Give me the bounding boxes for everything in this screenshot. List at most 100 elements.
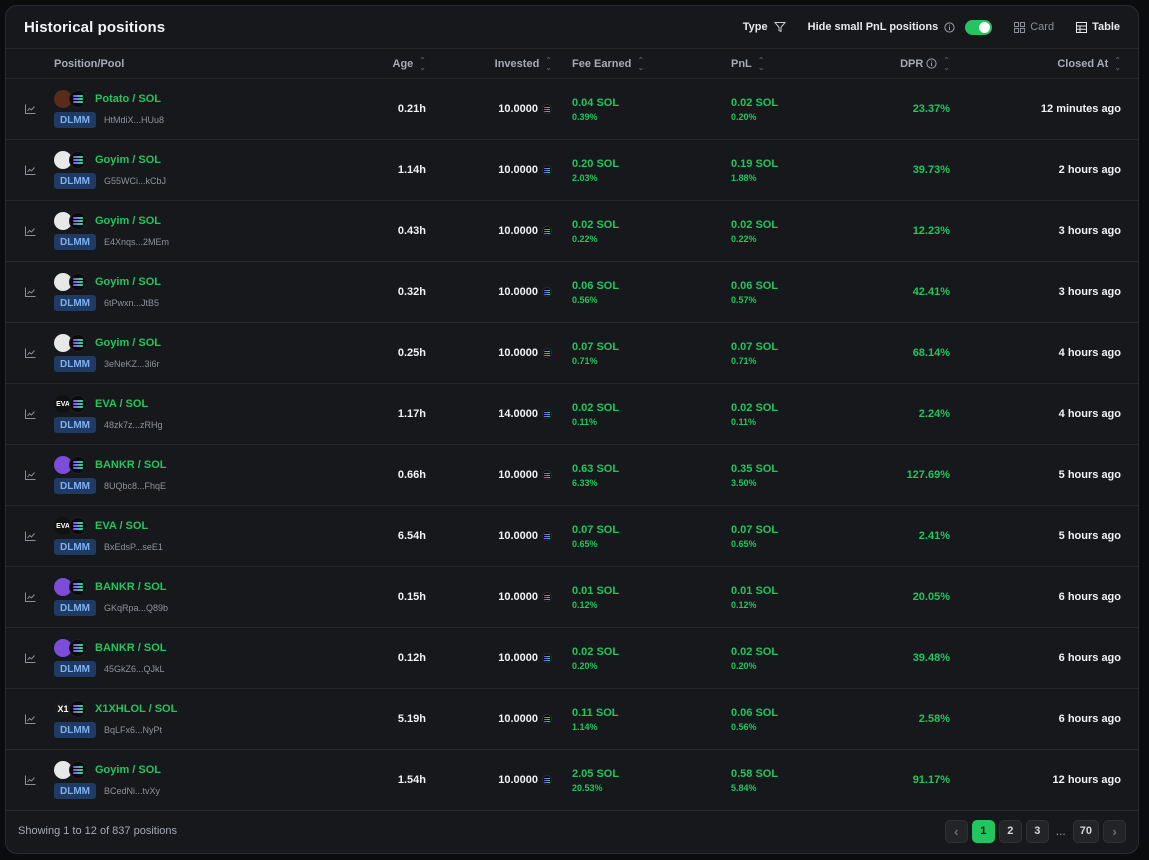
sol-token-icon (69, 90, 87, 108)
info-icon[interactable] (944, 21, 955, 33)
chart-button[interactable] (6, 348, 54, 358)
chart-button[interactable] (6, 653, 54, 663)
chart-button[interactable] (6, 226, 54, 236)
sol-token-icon (69, 761, 87, 779)
toggle-knob (979, 21, 991, 33)
position-address[interactable]: 48zk7z...zRHg (104, 420, 163, 430)
table-row[interactable]: Goyim / SOL DLMM G55WCi...kCbJ 1.14h 10.… (6, 140, 1138, 201)
pool-pair-link[interactable]: Goyim / SOL (95, 764, 161, 776)
page-button-2[interactable]: 2 (998, 819, 1022, 843)
table-row[interactable]: Potato / SOL DLMM HtMdiX...HUu8 0.21h 10… (6, 79, 1138, 140)
pagination-ellipsis: ... (1055, 824, 1066, 838)
table-row[interactable]: EVA EVA / SOL DLMM 48zk7z...zRHg 1.17h 1… (6, 384, 1138, 445)
dpr-cell: 2.58% (850, 713, 950, 725)
closed-cell: 6 hours ago (950, 591, 1129, 603)
pool-pair-link[interactable]: BANKR / SOL (95, 459, 167, 471)
position-address[interactable]: G55WCi...kCbJ (104, 176, 166, 186)
chart-button[interactable] (6, 104, 54, 114)
type-filter-button[interactable]: Type (743, 21, 786, 33)
th-position: Position/Pool (54, 58, 340, 70)
position-address[interactable]: 6tPwxn...JtB5 (104, 298, 159, 308)
table-row[interactable]: BANKR / SOL DLMM GKqRpa...Q89b 0.15h 10.… (6, 567, 1138, 628)
table-view-button[interactable]: Table (1076, 21, 1120, 33)
position-address[interactable]: 45GkZ6...QJkL (104, 664, 165, 674)
pool-bottom: DLMM BqLFx6...NyPt (54, 722, 177, 738)
position-address[interactable]: 8UQbc8...FhqE (104, 481, 166, 491)
page-button-last[interactable]: 70 (1072, 819, 1099, 843)
page-button-1[interactable]: 1 (971, 819, 995, 843)
chart-button[interactable] (6, 165, 54, 175)
th-closed[interactable]: Closed At ⌃ ⌄ (950, 56, 1129, 71)
table-row[interactable]: BANKR / SOL DLMM 45GkZ6...QJkL 0.12h 10.… (6, 628, 1138, 689)
pool-info: Goyim / SOL DLMM 3eNeKZ...3i6r (54, 334, 161, 372)
table-body: Potato / SOL DLMM HtMdiX...HUu8 0.21h 10… (6, 79, 1138, 811)
pool-pair-link[interactable]: Goyim / SOL (95, 154, 161, 166)
closed-at-value: 2 hours ago (1058, 164, 1121, 176)
position-address[interactable]: HtMdiX...HUu8 (104, 115, 164, 125)
sol-token-icon (69, 212, 87, 230)
pool-pair-link[interactable]: EVA / SOL (95, 520, 148, 532)
card-view-button[interactable]: Card (1014, 21, 1054, 33)
chart-button[interactable] (6, 470, 54, 480)
fee-amount: 0.20 SOL (572, 157, 620, 170)
dpr-cell: 2.24% (850, 408, 950, 420)
pool-pair-link[interactable]: Goyim / SOL (95, 215, 161, 227)
chart-button[interactable] (6, 775, 54, 785)
age-cell: 1.54h (340, 774, 426, 786)
chart-button[interactable] (6, 714, 54, 724)
position-address[interactable]: E4Xnqs...2MEm (104, 237, 169, 247)
table-row[interactable]: Goyim / SOL DLMM BCedNi...tvXy 1.54h 10.… (6, 750, 1138, 811)
position-address[interactable]: GKqRpa...Q89b (104, 603, 168, 613)
th-age[interactable]: Age ⌃ ⌄ (340, 56, 426, 71)
fee-values: 0.04 SOL 0.39% (572, 97, 619, 122)
th-invested[interactable]: Invested ⌃ ⌄ (426, 56, 552, 71)
prev-page-button[interactable]: ‹ (944, 819, 968, 843)
position-address[interactable]: BxEdsP...seE1 (104, 542, 163, 552)
chart-icon (24, 165, 35, 175)
chart-button[interactable] (6, 592, 54, 602)
pool-pair-link[interactable]: BANKR / SOL (95, 581, 167, 593)
th-pnl[interactable]: PnL ⌃ ⌄ (731, 56, 850, 71)
position-address[interactable]: BqLFx6...NyPt (104, 725, 162, 735)
position-address[interactable]: BCedNi...tvXy (104, 786, 160, 796)
table-row[interactable]: EVA EVA / SOL DLMM BxEdsP...seE1 6.54h 1… (6, 506, 1138, 567)
token-pair-icons (54, 639, 88, 657)
hide-small-pnl-toggle[interactable] (965, 19, 993, 35)
next-page-button[interactable]: › (1103, 819, 1126, 843)
closed-cell: 5 hours ago (950, 469, 1129, 481)
th-dpr[interactable]: DPR ⌃ ⌄ (850, 56, 950, 71)
pool-info: Goyim / SOL DLMM E4Xnqs...2MEm (54, 212, 169, 250)
position-cell: BANKR / SOL DLMM GKqRpa...Q89b (54, 578, 340, 616)
pool-pair-link[interactable]: BANKR / SOL (95, 642, 167, 654)
table-row[interactable]: X1 X1XHLOL / SOL DLMM BqLFx6...NyPt 5.19… (6, 689, 1138, 750)
table-row[interactable]: Goyim / SOL DLMM 6tPwxn...JtB5 0.32h 10.… (6, 262, 1138, 323)
sol-icon (542, 653, 552, 663)
chart-button[interactable] (6, 409, 54, 419)
chart-button[interactable] (6, 287, 54, 297)
pool-bottom: DLMM 8UQbc8...FhqE (54, 478, 167, 494)
page-title: Historical positions (24, 18, 166, 36)
pool-pair-link[interactable]: Goyim / SOL (95, 276, 161, 288)
token-pair-icons (54, 151, 88, 169)
pagination: ‹ 1 2 3 ... 70 › (944, 819, 1126, 843)
position-address[interactable]: 3eNeKZ...3i6r (104, 359, 160, 369)
pool-pair-link[interactable]: Goyim / SOL (95, 337, 161, 349)
pool-pair-link[interactable]: EVA / SOL (95, 398, 148, 410)
chart-icon (24, 531, 35, 541)
chart-button[interactable] (6, 531, 54, 541)
pool-pair-link[interactable]: X1XHLOL / SOL (95, 703, 177, 715)
table-row[interactable]: BANKR / SOL DLMM 8UQbc8...FhqE 0.66h 10.… (6, 445, 1138, 506)
invested-cell: 10.0000 (426, 164, 552, 176)
sol-token-icon (69, 273, 87, 291)
age-value: 6.54h (397, 530, 426, 542)
closed-at-value: 4 hours ago (1058, 408, 1121, 420)
dpr-value: 39.48% (912, 652, 950, 664)
chart-icon (24, 226, 35, 236)
table-row[interactable]: Goyim / SOL DLMM E4Xnqs...2MEm 0.43h 10.… (6, 201, 1138, 262)
th-fee[interactable]: Fee Earned ⌃ ⌄ (552, 56, 731, 71)
table-row[interactable]: Goyim / SOL DLMM 3eNeKZ...3i6r 0.25h 10.… (6, 323, 1138, 384)
page-button-3[interactable]: 3 (1025, 819, 1049, 843)
pool-pair-link[interactable]: Potato / SOL (95, 93, 161, 105)
fee-amount: 0.04 SOL (572, 96, 620, 109)
info-icon[interactable] (926, 58, 937, 69)
